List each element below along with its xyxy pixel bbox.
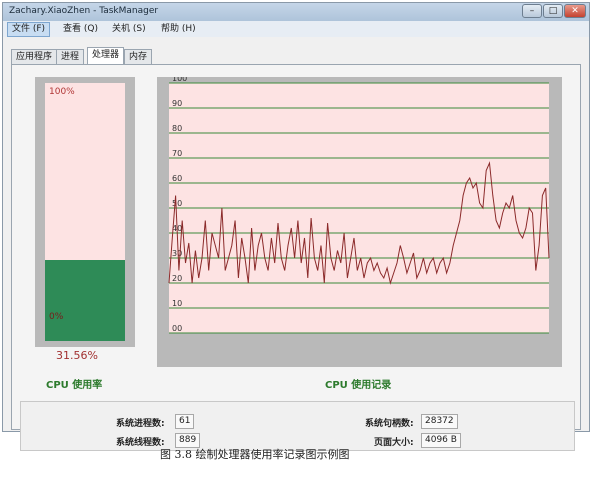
tab-applications[interactable]: 应用程序 <box>11 49 58 64</box>
menu-shutdown[interactable]: 关机 (S) <box>108 23 150 36</box>
meter-level-fill <box>45 260 125 341</box>
meter-min-label: 0% <box>49 312 64 322</box>
y-tick-label: 80 <box>172 124 182 133</box>
y-tick-label: 20 <box>172 274 182 283</box>
y-tick-label: 00 <box>172 324 182 333</box>
cpu-history-caption: CPU 使用记录 <box>325 380 392 391</box>
thread-count-label: 系统线程数: <box>116 438 165 448</box>
menu-file[interactable]: 文件 (F) <box>7 22 51 37</box>
y-tick-label: 70 <box>172 149 182 158</box>
cpu-usage-caption: CPU 使用率 <box>46 380 103 391</box>
close-button[interactable]: ✕ <box>564 4 586 18</box>
title-bar[interactable]: Zachary.XiaoZhen - TaskManager – □ ✕ <box>3 3 589 21</box>
y-tick-label: 60 <box>172 174 182 183</box>
processor-panel: 100% 0% 31.56% CPU 使用率 00 10 20 30 40 50 60 70 8… <box>11 64 581 451</box>
cpu-usage-meter: 100% 0% <box>35 77 135 347</box>
minimize-button[interactable]: – <box>522 4 542 18</box>
page-size-value: 4096 B <box>421 433 461 448</box>
y-tick-label: 90 <box>172 99 182 108</box>
tab-processor[interactable]: 处理器 <box>87 47 125 64</box>
window-title: Zachary.XiaoZhen - TaskManager <box>9 6 159 16</box>
y-tick-label: 100 <box>172 77 187 83</box>
process-count-label: 系统进程数: <box>116 419 165 429</box>
cpu-history-chart-frame: 00 10 20 30 40 50 60 70 80 90 100 <box>157 74 562 367</box>
cpu-history-chart: 00102030405060708090100 <box>168 74 550 334</box>
process-count-value: 61 <box>175 414 195 429</box>
menu-view[interactable]: 查看 (Q) <box>59 23 102 36</box>
handle-count-value: 28372 <box>421 414 458 429</box>
client-area: 应用程序 进程 处理器 内存 100% 0% 31.56% CPU 使用率 00… <box>3 37 589 451</box>
menu-help[interactable]: 帮助 (H) <box>157 23 200 36</box>
maximize-button[interactable]: □ <box>543 4 563 18</box>
y-tick-label: 10 <box>172 299 182 308</box>
y-tick-label: 50 <box>172 199 182 208</box>
system-stats-box: 系统进程数: 61 系统线程数: 889 系统句柄数: 28372 页面大小: … <box>20 401 575 451</box>
page-size-label: 页面大小: <box>374 438 414 448</box>
tab-memory[interactable]: 内存 <box>124 49 153 64</box>
tab-processes[interactable]: 进程 <box>56 49 85 64</box>
task-manager-window: Zachary.XiaoZhen - TaskManager – □ ✕ 文件 … <box>2 2 590 451</box>
menu-bar: 文件 (F) 查看 (Q) 关机 (S) 帮助 (H) <box>3 21 589 37</box>
figure-caption: 图 3.8 绘制处理器使用率记录图示例图 <box>160 448 350 461</box>
meter-max-label: 100% <box>49 87 75 97</box>
handle-count-label: 系统句柄数: <box>365 419 414 429</box>
cpu-usage-value: 31.56% <box>56 349 98 362</box>
